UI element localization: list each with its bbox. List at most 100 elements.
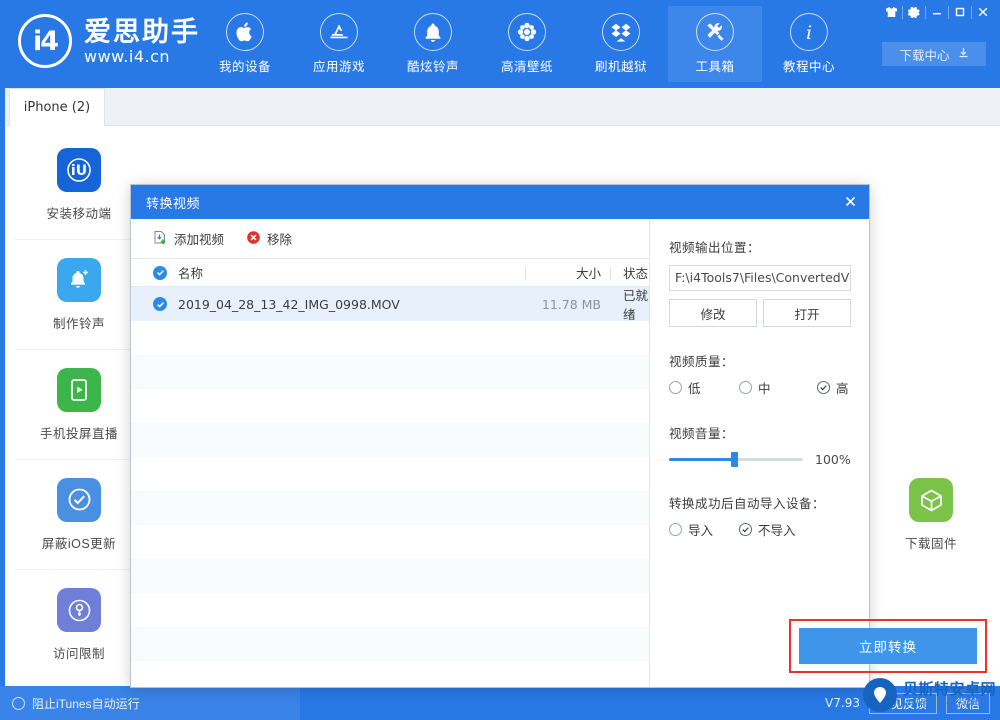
nav-label: 刷机越狱 xyxy=(594,60,647,74)
appstore-icon xyxy=(320,13,358,51)
nav-label: 我的设备 xyxy=(218,60,271,74)
close-icon[interactable] xyxy=(972,2,994,22)
download-arrow-icon xyxy=(958,47,969,61)
tool-install-mobile[interactable]: iU 安装移动端 xyxy=(14,130,144,240)
apple-icon xyxy=(226,13,264,51)
info-icon: i xyxy=(790,13,828,51)
skin-icon[interactable] xyxy=(880,2,902,22)
nav-item-apps-games[interactable]: 应用游戏 xyxy=(292,6,386,82)
tool-download-firmware[interactable]: 下载固件 xyxy=(866,460,996,570)
bell-plus-icon xyxy=(57,257,101,302)
table-row-empty xyxy=(131,355,649,389)
file-size: 11.78 MB xyxy=(541,296,601,312)
left-rail xyxy=(0,88,5,686)
output-path-input[interactable]: F:\i4Tools7\Files\ConvertedVid xyxy=(669,265,851,291)
table-row-empty xyxy=(131,457,649,491)
quality-option-low[interactable]: 低 xyxy=(669,378,739,397)
settings-panel: 视频输出位置： F:\i4Tools7\Files\ConvertedVid 修… xyxy=(651,219,987,687)
content-area: iPhone (2) iU 安装移动端 制作铃声 手机投屏直播 屏蔽iOS更新 … xyxy=(0,88,1000,688)
slider-fill xyxy=(669,458,734,461)
tool-label: 屏蔽iOS更新 xyxy=(41,536,117,551)
radio-icon xyxy=(669,381,682,394)
device-tabbar: iPhone (2) xyxy=(5,88,1000,126)
add-file-icon xyxy=(153,230,168,248)
convert-now-button[interactable]: 立即转换 xyxy=(799,628,977,664)
block-update-icon xyxy=(57,477,101,522)
row-name-cell: 2019_04_28_13_42_IMG_0998.MOV xyxy=(153,297,400,312)
add-video-button[interactable]: 添加视频 xyxy=(153,229,224,248)
file-name: 2019_04_28_13_42_IMG_0998.MOV xyxy=(178,296,400,312)
tool-label: 手机投屏直播 xyxy=(39,426,118,441)
close-icon[interactable] xyxy=(837,189,863,214)
tool-column-left: iU 安装移动端 制作铃声 手机投屏直播 屏蔽iOS更新 访问限制 xyxy=(14,130,144,680)
auto-import-label: 转换成功后自动导入设备： xyxy=(669,497,826,511)
svg-text:i: i xyxy=(806,22,812,43)
radio-label: 低 xyxy=(688,382,701,396)
file-status: 已就绪 xyxy=(623,289,649,322)
nav-label: 高清壁纸 xyxy=(500,60,553,74)
nav-item-wallpapers[interactable]: 高清壁纸 xyxy=(480,6,574,82)
tool-block-ios-update[interactable]: 屏蔽iOS更新 xyxy=(14,460,144,570)
download-center-label: 下载中心 xyxy=(899,48,950,63)
watermark-logo-icon xyxy=(862,678,897,712)
tool-access-restriction[interactable]: 访问限制 xyxy=(14,570,144,680)
table-row[interactable]: 2019_04_28_13_42_IMG_0998.MOV 11.78 MB 已… xyxy=(131,287,649,322)
flower-icon xyxy=(508,13,546,51)
remove-icon xyxy=(246,230,261,248)
radio-icon-checked xyxy=(739,523,752,536)
remove-button[interactable]: 移除 xyxy=(246,229,292,248)
dialog-titlebar: 转换视频 xyxy=(131,185,869,219)
app-window: i4 爱思助手 www.i4.cn 我的设备 应用游戏 酷炫铃声 高清壁纸 刷机… xyxy=(0,0,1000,720)
quality-option-high[interactable]: 高 xyxy=(817,378,849,397)
nav-item-flash-jailbreak[interactable]: 刷机越狱 xyxy=(574,6,668,82)
nav-label: 应用游戏 xyxy=(312,60,365,74)
nav-item-tutorial-center[interactable]: i 教程中心 xyxy=(762,6,856,82)
select-all-checkbox[interactable] xyxy=(153,265,167,280)
firmware-box-icon xyxy=(909,478,953,522)
convert-video-dialog: 转换视频 添加视频 移除 名称 大小 状态 2019_04_28_13_42_I… xyxy=(130,184,987,688)
dialog-body: 添加视频 移除 名称 大小 状态 2019_04_28_13_42_IMG_09… xyxy=(131,219,987,687)
tool-label: 访问限制 xyxy=(52,647,105,661)
i4-logo-icon: i4 xyxy=(18,14,72,68)
auto-import-option-yes[interactable]: 导入 xyxy=(669,520,739,539)
dialog-title: 转换视频 xyxy=(146,195,201,211)
quality-option-medium[interactable]: 中 xyxy=(739,378,817,397)
brand-logo: i4 爱思助手 www.i4.cn xyxy=(18,14,200,68)
table-row-empty xyxy=(131,593,649,627)
nav-item-toolbox[interactable]: 工具箱 xyxy=(668,6,762,82)
tool-column-right: 下载固件 xyxy=(866,460,996,570)
volume-value: 100% xyxy=(815,452,851,467)
column-name-label: 名称 xyxy=(178,267,204,281)
tab-iphone[interactable]: iPhone (2) xyxy=(9,88,105,126)
nav-item-my-device[interactable]: 我的设备 xyxy=(198,6,292,82)
radio-label: 导入 xyxy=(688,524,714,538)
nav-label: 酷炫铃声 xyxy=(406,60,459,74)
table-row-empty xyxy=(131,389,649,423)
table-row-empty xyxy=(131,491,649,525)
output-location-label: 视频输出位置： xyxy=(669,241,761,255)
radio-icon xyxy=(739,381,752,394)
tool-make-ringtone[interactable]: 制作铃声 xyxy=(14,240,144,350)
screen-cast-icon xyxy=(57,367,101,412)
gear-icon[interactable] xyxy=(903,2,925,22)
i4-app-icon: iU xyxy=(57,147,101,192)
maximize-icon[interactable] xyxy=(949,2,971,22)
file-list-panel: 添加视频 移除 名称 大小 状态 2019_04_28_13_42_IMG_09… xyxy=(131,219,650,687)
tool-screen-cast[interactable]: 手机投屏直播 xyxy=(14,350,144,460)
watermark-url: www.zjbstyy.com xyxy=(902,696,984,708)
column-name: 名称 xyxy=(153,263,203,282)
auto-import-option-no[interactable]: 不导入 xyxy=(739,520,796,539)
volume-slider[interactable]: 100% xyxy=(669,452,869,467)
open-folder-button[interactable]: 打开 xyxy=(763,299,851,327)
modify-path-button[interactable]: 修改 xyxy=(669,299,757,327)
radio-label: 不导入 xyxy=(758,524,796,538)
convert-highlight-box: 立即转换 xyxy=(789,619,987,673)
nav-item-ringtones[interactable]: 酷炫铃声 xyxy=(386,6,480,82)
add-video-label: 添加视频 xyxy=(174,233,225,247)
slider-track[interactable] xyxy=(669,452,803,467)
slider-knob[interactable] xyxy=(730,452,738,467)
minimize-icon[interactable] xyxy=(926,2,948,22)
row-checkbox[interactable] xyxy=(153,297,167,311)
file-list: 2019_04_28_13_42_IMG_0998.MOV 11.78 MB 已… xyxy=(131,287,649,695)
download-center-button[interactable]: 下载中心 xyxy=(882,42,986,66)
